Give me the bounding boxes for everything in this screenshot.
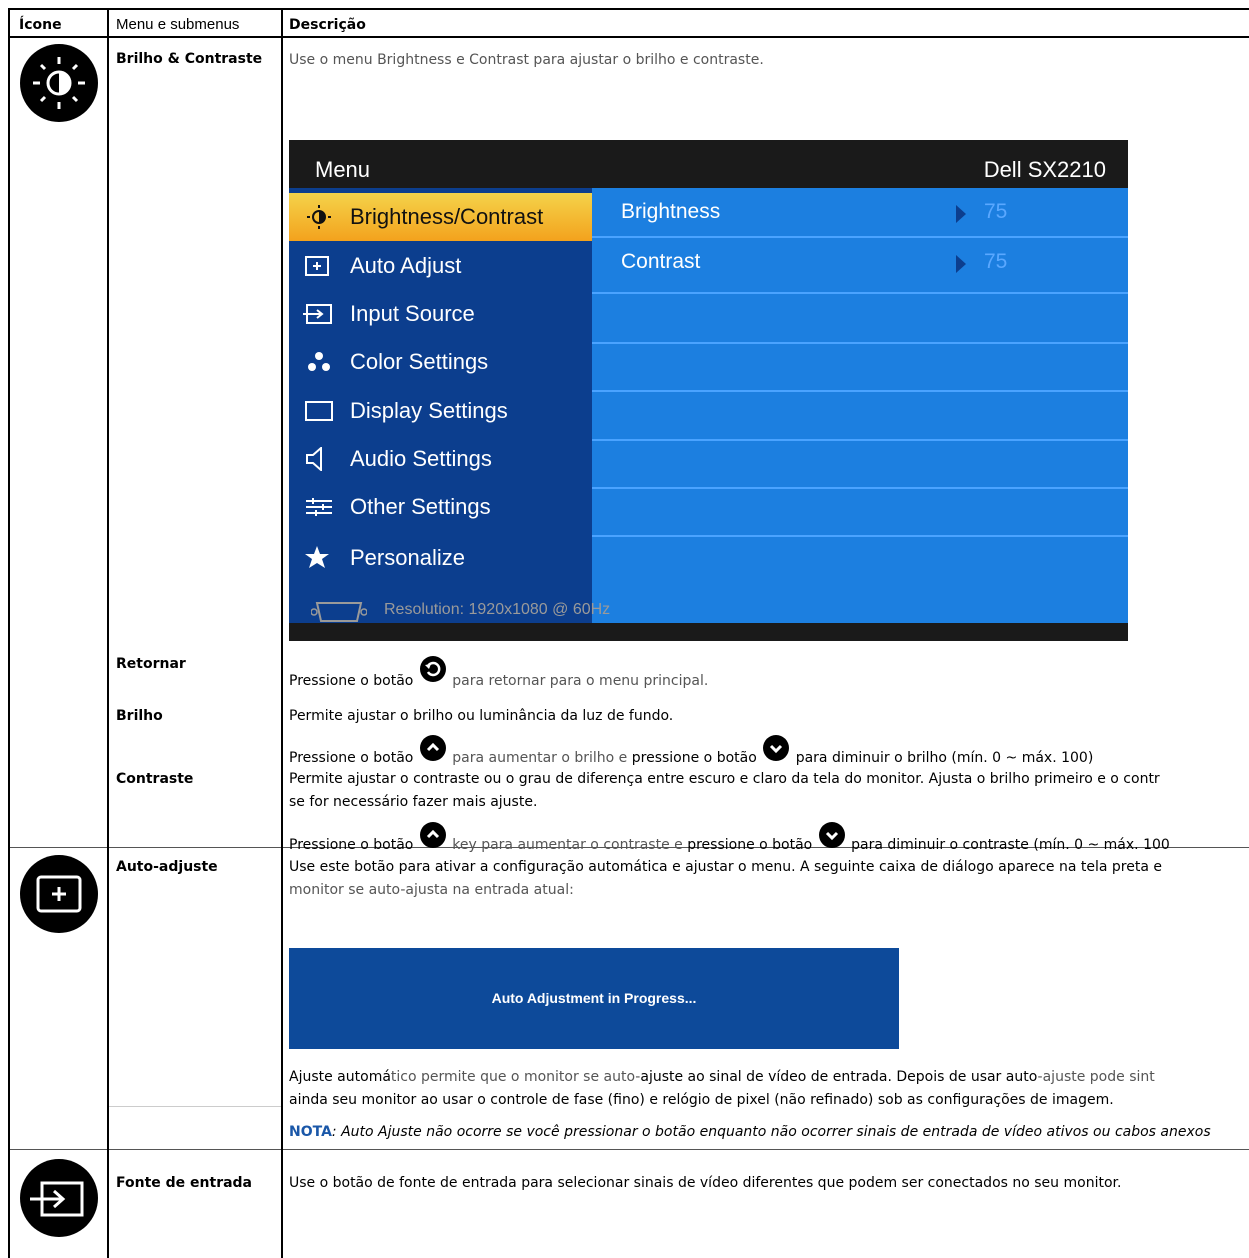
note-label: NOTA bbox=[289, 1124, 332, 1140]
header-icon: Ícone bbox=[19, 17, 62, 33]
osd-row-label: Contrast bbox=[621, 250, 701, 273]
menu-retornar: Retornar bbox=[116, 656, 186, 672]
col-divider-2 bbox=[281, 8, 283, 1258]
osd-menu-screenshot: Menu Dell SX2210 Brightness/Contrast Aut… bbox=[289, 140, 1128, 641]
table-left-border bbox=[8, 8, 10, 1258]
osd-item-other-settings: Other Settings bbox=[289, 483, 592, 531]
auto-p1a: Ajuste automá bbox=[289, 1069, 391, 1085]
input-description: Use o botão de fonte de entrada para sel… bbox=[289, 1175, 1122, 1191]
osd-item-label: Personalize bbox=[350, 545, 465, 570]
brightness-contrast-icon bbox=[20, 44, 98, 122]
other-settings-icon bbox=[306, 498, 332, 516]
up-button-icon bbox=[419, 735, 446, 761]
back-button-icon bbox=[419, 656, 446, 682]
osd-row-value: 75 bbox=[984, 250, 1008, 273]
osd-arrow-icon bbox=[956, 255, 966, 273]
brilho-mid2: pressione o botão bbox=[631, 750, 757, 766]
brightness-description: Use o menu Brightness e Contrast para aj… bbox=[289, 52, 764, 68]
input-source-icon bbox=[20, 1159, 98, 1237]
osd-row-empty bbox=[592, 391, 1128, 441]
auto-adjust-dialog: Auto Adjustment in Progress... bbox=[289, 948, 899, 1049]
star-icon bbox=[305, 546, 329, 568]
contraste-mid: key para aumentar o contraste e bbox=[452, 837, 683, 853]
auto-para-line1: Ajuste automático permite que o monitor … bbox=[289, 1068, 1155, 1086]
auto-dialog-text: Auto Adjustment in Progress... bbox=[491, 990, 697, 1006]
osd-row-empty bbox=[592, 439, 1128, 489]
display-settings-icon bbox=[305, 401, 333, 421]
vga-connector-icon bbox=[311, 602, 367, 622]
contraste-line2: se for necessário fazer mais ajuste. bbox=[289, 794, 538, 810]
retornar-description: Pressione o botão para retornar para o m… bbox=[289, 656, 709, 690]
contraste-pre: Pressione o botão bbox=[289, 837, 414, 853]
brilho-mid: para aumentar o brilho e bbox=[452, 750, 628, 766]
input-source-icon bbox=[303, 304, 332, 324]
contraste-line3: Pressione o botão key para aumentar o co… bbox=[289, 822, 1170, 854]
auto-line1: Use este botão para ativar a configuraçã… bbox=[289, 859, 1162, 875]
contraste-post: para diminuir o contraste (mín. 0 ~ máx.… bbox=[851, 837, 1170, 853]
osd-item-color-settings: Color Settings bbox=[289, 338, 592, 386]
auto-line2: monitor se auto-ajusta na entrada atual: bbox=[289, 882, 574, 898]
osd-item-audio-settings: Audio Settings bbox=[289, 435, 592, 483]
menu-contraste: Contraste bbox=[116, 771, 194, 787]
col-divider-1 bbox=[107, 8, 109, 1258]
auto-note: NOTA: Auto Ajuste não ocorre se você pre… bbox=[289, 1123, 1211, 1141]
brilho-post: para diminuir o brilho (mín. 0 ~ máx. 10… bbox=[795, 750, 1094, 766]
osd-title: Menu bbox=[315, 157, 371, 182]
osd-item-personalize: Personalize bbox=[289, 534, 592, 582]
osd-resolution: Resolution: 1920x1080 @ 60Hz bbox=[384, 601, 611, 618]
header-description: Descrição bbox=[289, 17, 366, 33]
auto-p1d: -ajuste pode sint bbox=[1037, 1069, 1155, 1085]
contraste-mid2: pressione o botão bbox=[687, 837, 813, 853]
osd-row-empty bbox=[592, 487, 1128, 537]
osd-row-empty bbox=[592, 342, 1128, 392]
menu-fonte-de-entrada: Fonte de entrada bbox=[116, 1175, 253, 1191]
auto-note-divider bbox=[109, 1106, 281, 1107]
menu-auto-adjuste: Auto-adjuste bbox=[116, 859, 218, 875]
note-text: : Auto Ajuste não ocorre se você pressio… bbox=[331, 1124, 1211, 1140]
osd-row-label: Brightness bbox=[621, 200, 721, 223]
sun-icon bbox=[307, 205, 331, 229]
auto-adjust-icon bbox=[20, 855, 98, 933]
osd-arrow-icon bbox=[956, 205, 966, 223]
osd-item-input-source: Input Source bbox=[289, 290, 592, 338]
osd-item-label: Display Settings bbox=[350, 398, 508, 423]
brilho-line1: Permite ajustar o brilho ou luminância d… bbox=[289, 708, 674, 724]
osd-item-label: Auto Adjust bbox=[350, 253, 462, 278]
osd-item-label: Color Settings bbox=[350, 349, 489, 374]
header-menu: Menu e submenus bbox=[116, 16, 240, 33]
row-divider-2 bbox=[8, 1149, 1249, 1150]
osd-item-brightness-contrast: Brightness/Contrast bbox=[289, 193, 592, 241]
osd-item-label: Brightness/Contrast bbox=[350, 204, 544, 229]
auto-p1c: ajuste ao sinal de vídeo de entrada. Dep… bbox=[640, 1069, 1038, 1085]
auto-adjust-icon bbox=[305, 256, 329, 276]
osd-submenu: Brightness 75 Contrast 75 bbox=[592, 188, 1128, 623]
brilho-line2: Pressione o botão para aumentar o brilho… bbox=[289, 735, 1094, 767]
osd-model: Dell SX2210 bbox=[983, 157, 1106, 182]
color-settings-icon bbox=[308, 352, 330, 371]
header-bottom-border bbox=[8, 36, 1249, 38]
auto-p1b: tico permite que o monitor se auto- bbox=[390, 1069, 641, 1085]
osd-row-empty bbox=[592, 294, 1128, 344]
retornar-post: para retornar para o menu principal. bbox=[452, 673, 709, 689]
table-top-border bbox=[8, 8, 1249, 10]
menu-brilho: Brilho bbox=[116, 708, 163, 724]
brilho-pre: Pressione o botão bbox=[289, 750, 414, 766]
osd-row-contrast: Contrast 75 bbox=[592, 244, 1128, 294]
up-button-icon bbox=[419, 822, 446, 848]
osd-item-auto-adjust: Auto Adjust bbox=[289, 242, 592, 290]
osd-item-label: Audio Settings bbox=[350, 446, 492, 471]
osd-item-label: Other Settings bbox=[350, 494, 491, 519]
down-button-icon bbox=[763, 735, 790, 761]
osd-menu-list: Brightness/Contrast Auto Adjust Input So… bbox=[289, 188, 592, 623]
speaker-icon bbox=[306, 447, 322, 471]
osd-item-display-settings: Display Settings bbox=[289, 387, 592, 435]
auto-para-line2: ainda seu monitor ao usar o controle de … bbox=[289, 1092, 1114, 1108]
contraste-line1: Permite ajustar o contraste ou o grau de… bbox=[289, 771, 1160, 787]
menu-brightness-contrast: Brilho & Contraste bbox=[116, 51, 263, 67]
osd-row-value: 75 bbox=[984, 200, 1008, 223]
retornar-pre: Pressione o botão bbox=[289, 673, 414, 689]
osd-row-brightness: Brightness 75 bbox=[592, 188, 1128, 238]
osd-item-label: Input Source bbox=[350, 301, 475, 326]
down-button-icon bbox=[818, 822, 845, 848]
